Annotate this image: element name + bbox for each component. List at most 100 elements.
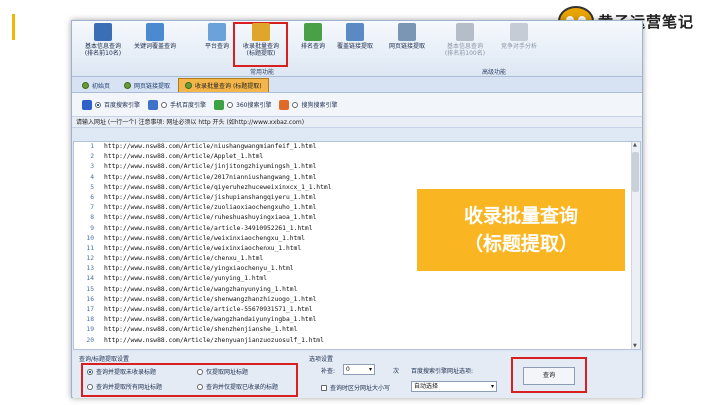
line-number: 10: [86, 234, 94, 242]
chevron-down-icon: ▾: [490, 383, 494, 390]
retry-unit: 次: [393, 368, 400, 375]
option-3[interactable]: 查询并提取所有网址标题: [87, 382, 162, 391]
url-line[interactable]: 17 http://www.nsw88.com/Article/article-5…: [78, 305, 331, 315]
tab-3[interactable]: 收录批量查询 (标题提取): [178, 78, 269, 92]
engine-icon: [214, 99, 225, 110]
tab-1[interactable]: 初始页: [76, 79, 116, 92]
options-group-title: 选项设置: [309, 356, 334, 363]
tab-icon: [82, 82, 89, 89]
tool-icon: [208, 23, 226, 41]
url-line[interactable]: 20 http://www.nsw88.com/Article/zhenyuanj…: [78, 336, 331, 346]
engine-option-2[interactable]: 手机百度引擎: [148, 99, 206, 110]
tool-button-4[interactable]: 收录批量查询 (标题提取): [234, 23, 288, 65]
url-line[interactable]: 8 http://www.nsw88.com/Article/ruheshuash…: [78, 213, 331, 223]
url-line[interactable]: 12 http://www.nsw88.com/Article/chenxu_1.…: [78, 254, 331, 264]
url-line[interactable]: 14 http://www.nsw88.com/Article/yunying_1…: [78, 274, 331, 284]
url-line[interactable]: 5 http://www.nsw88.com/Article/qiyeruhezh…: [78, 183, 331, 193]
settings-group-title: 查询/标题提取设置: [79, 356, 130, 363]
tool-icon: [146, 23, 164, 41]
title-overlay: 收录批量查询 （标题提取）: [417, 189, 625, 271]
settings-panel: 查询/标题提取设置 查询并提取未收录标题 仅提取网址标题 查询并提取所有网址标题…: [73, 352, 641, 398]
line-number: 9: [90, 224, 94, 232]
group-advanced-label: 高级功能: [482, 69, 507, 76]
line-number: 6: [90, 193, 94, 201]
line-number: 15: [86, 285, 94, 293]
line-number: 4: [90, 173, 94, 181]
scroll-thumb[interactable]: [632, 152, 639, 192]
option-2[interactable]: 仅提取网址标题: [197, 367, 248, 376]
tab-2[interactable]: 网页链接提取: [118, 79, 176, 92]
line-number: 17: [86, 306, 94, 313]
line-number: 11: [86, 244, 94, 252]
spin-icon: ▾: [368, 366, 372, 373]
url-line[interactable]: 9 http://www.nsw88.com/Article/article-34…: [78, 224, 331, 234]
line-number: 20: [86, 336, 94, 344]
tool-icon: [252, 23, 270, 41]
overlay-line2: （标题提取）: [463, 233, 578, 255]
radio-icon: [87, 383, 93, 390]
line-number: 12: [86, 255, 94, 263]
tab-icon: [124, 82, 132, 89]
engine-option-1[interactable]: 百度搜索引擎: [82, 99, 140, 110]
tool-button-9: 竞争对手分析: [492, 23, 546, 65]
radio-icon: [292, 101, 299, 108]
radio-icon: [95, 101, 101, 108]
overlay-line1: 收录批量查询: [463, 205, 578, 227]
line-number: 7: [90, 204, 94, 212]
engine-selector: 百度搜索引擎 手机百度引擎 360搜索引擎 搜狗搜索引擎: [72, 93, 642, 117]
tool-icon: [346, 23, 364, 41]
query-button[interactable]: 查询: [523, 367, 575, 385]
tab-icon: [185, 82, 193, 89]
tool-button-6[interactable]: 覆盖链接提取: [328, 23, 382, 65]
tool-icon: [94, 23, 112, 41]
engine-icon: [279, 99, 290, 110]
option-1[interactable]: 查询并提取未收录标题: [87, 367, 156, 376]
engine-option-select[interactable]: 自动选择 ▾: [411, 381, 497, 392]
tool-icon: [304, 23, 322, 41]
radio-icon: [87, 368, 93, 375]
editor-scrollbar[interactable]: [631, 142, 640, 349]
option-4[interactable]: 查询并仅提取已收录的标题: [197, 382, 278, 391]
url-line[interactable]: 11 http://www.nsw88.com/Article/weixinxia…: [78, 244, 331, 254]
engine-option-4[interactable]: 搜狗搜索引擎: [279, 99, 338, 110]
tool-icon: [510, 23, 528, 41]
url-line[interactable]: 3 http://www.nsw88.com/Article/jinjitongz…: [78, 162, 331, 172]
url-line[interactable]: 13 http://www.nsw88.com/Article/yingxiaoc…: [78, 264, 331, 274]
line-number: 14: [86, 275, 94, 283]
url-line[interactable]: 7 http://www.nsw88.com/Article/zuoliaoxia…: [78, 203, 331, 213]
engine-option-label: 百度搜索引擎网址选项:: [411, 368, 474, 375]
url-line[interactable]: 18 http://www.nsw88.com/Article/wangzhand…: [78, 315, 331, 325]
tool-icon: [398, 23, 416, 41]
tool-button-2[interactable]: 关键词覆盖查询: [128, 23, 182, 65]
url-line[interactable]: 19 http://www.nsw88.com/Article/shenzhenj…: [78, 325, 331, 335]
engine-option-3[interactable]: 360搜索引擎: [214, 99, 271, 110]
url-line[interactable]: 16 http://www.nsw88.com/Article/shenwangz…: [78, 295, 331, 305]
tool-button-7[interactable]: 网页链接提取: [380, 23, 434, 65]
engine-icon: [148, 99, 159, 110]
line-number: 13: [86, 265, 94, 273]
radio-icon: [197, 383, 203, 390]
url-line[interactable]: 6 http://www.nsw88.com/Article/jishupians…: [78, 193, 331, 203]
retry-label: 补查:: [321, 368, 336, 375]
slide-accent-bar: [12, 14, 15, 40]
url-line[interactable]: 4 http://www.nsw88.com/Article/2017nianni…: [78, 173, 331, 183]
line-number: 8: [90, 214, 94, 222]
radio-icon: [161, 101, 168, 108]
line-number: 3: [90, 163, 94, 171]
app-window: 常用功能 高级功能 基本信息查询 (排名前10名) 关键词覆盖查询 平台查询 收录批量…: [71, 20, 643, 398]
line-number: 19: [86, 326, 94, 334]
url-hint: 请输入网址 (一行一个) 注意事项: 网址必须以 http 开头 (如http:…: [72, 117, 642, 128]
case-sensitive-checkbox[interactable]: 查询时区分网址大小写: [321, 383, 390, 392]
doc-tabs: 初始页 网页链接提取 收录批量查询 (标题提取): [72, 77, 642, 93]
url-line[interactable]: 15 http://www.nsw88.com/Article/wangzhany…: [78, 285, 331, 295]
line-number: 2: [90, 153, 94, 161]
tool-icon: [456, 23, 474, 41]
tool-button-8: 基本信息查询 (排名前100名): [438, 23, 492, 65]
group-common-label: 常用功能: [250, 69, 275, 76]
url-line[interactable]: 10 http://www.nsw88.com/Article/weixinxia…: [78, 234, 331, 244]
retry-input[interactable]: 0 ▾: [343, 364, 375, 375]
url-line[interactable]: 2 http://www.nsw88.com/Article/Applet_1.h…: [78, 152, 331, 162]
url-line[interactable]: 1 http://www.nsw88.com/Article/niushangwa…: [78, 142, 331, 152]
line-number: 18: [86, 316, 94, 324]
tool-button-1[interactable]: 基本信息查询 (排名前10名): [76, 23, 130, 65]
